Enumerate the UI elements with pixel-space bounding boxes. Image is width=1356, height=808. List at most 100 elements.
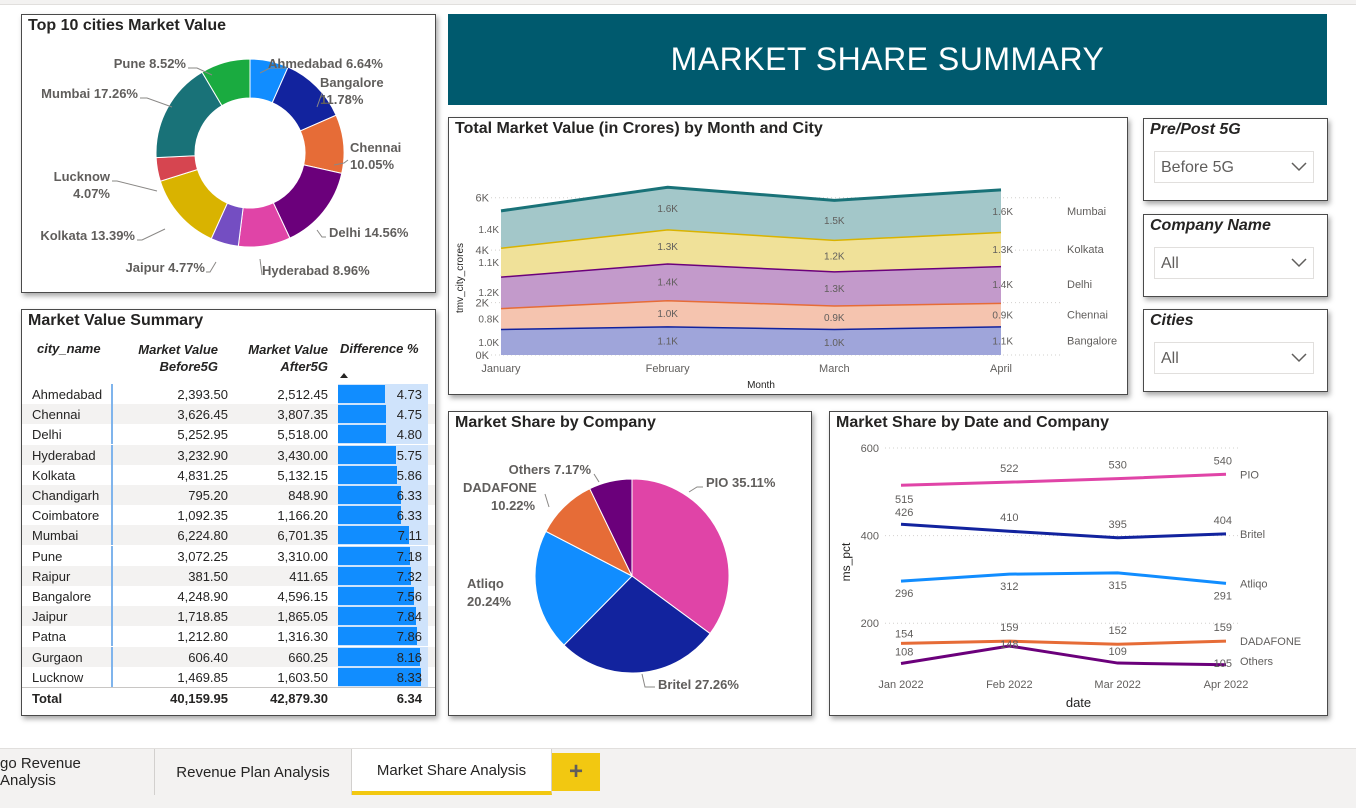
line-ytick: 400	[861, 531, 879, 543]
line-data-label: 291	[1214, 590, 1232, 602]
table-row[interactable]: Jaipur 1,718.85 1,865.05 7.84	[22, 606, 435, 627]
column-divider	[111, 384, 113, 404]
cell-diff: 7.11	[397, 528, 422, 544]
column-divider	[111, 646, 113, 667]
area-chart[interactable]: 0K 2K 4K 6K tmv_city_crores 1.0K 1.1K 1.0K 1.1K B…	[449, 118, 1127, 394]
cell-before: 3,232.90	[177, 447, 228, 463]
donut-leader-line	[206, 261, 217, 273]
table-row[interactable]: Patna 1,212.80 1,316.30 7.86	[22, 626, 435, 647]
cities-dropdown[interactable]: All	[1154, 342, 1314, 374]
area-band-bangalore[interactable]	[501, 326, 1001, 355]
slicer-company[interactable]: Company Name All	[1143, 214, 1328, 297]
donut-label-lucknow: Lucknow 4.07%	[54, 169, 111, 201]
area-legend-delhi: Delhi	[1067, 279, 1092, 291]
area-xtick: February	[646, 363, 691, 375]
donut-label-jaipur: Jaipur 4.77%	[126, 260, 206, 275]
table-row[interactable]: Hyderabad 3,232.90 3,430.00 5.75	[22, 444, 435, 465]
company-dropdown[interactable]: All	[1154, 247, 1314, 279]
cell-after: 4,596.15	[277, 589, 328, 604]
cell-diff: 7.18	[396, 548, 422, 564]
cell-after: 2,512.45	[277, 387, 328, 402]
line-legend-atliqo: Atliqo	[1240, 578, 1268, 590]
line-chart[interactable]: 200 400 600 ms_pct 515 522 530 540 PIO 426 410 395 4…	[830, 412, 1327, 715]
table-row[interactable]: Delhi 5,252.95 5,518.00 4.80	[22, 424, 435, 445]
table-row[interactable]: Kolkata 4,831.25 5,132.15 5.86	[22, 464, 435, 485]
donut-chart[interactable]: Ahmedabad 6.64% Bangalore 11.78% Chennai 10.…	[22, 15, 435, 292]
table-row[interactable]: Mumbai 6,224.80 6,701.35 7.11	[22, 525, 435, 546]
page-tab-bar: go Revenue Analysis Revenue Plan Analysi…	[0, 748, 1356, 808]
table-row[interactable]: Lucknow 1,469.85 1,603.50 8.33	[22, 666, 435, 687]
cell-before: 6,224.80	[177, 528, 228, 544]
add-page-button[interactable]: +	[552, 753, 600, 791]
cell-city: Delhi	[32, 427, 62, 443]
line-series-dadafone[interactable]	[900, 639, 1227, 646]
cell-city: Bangalore	[32, 589, 92, 604]
pie-label-others: Others 7.17%	[509, 462, 592, 477]
area-data-label: 1.1K	[478, 258, 499, 269]
donut-label-kolkata: Kolkata 13.39%	[40, 228, 135, 243]
donut-leader-line	[316, 229, 326, 238]
table-row[interactable]: Bangalore 4,248.90 4,596.15 7.56	[22, 586, 435, 606]
donut-label-pune: Pune 8.52%	[114, 56, 187, 71]
cities-value: All	[1161, 350, 1179, 367]
table-row[interactable]: Gurgaon 606.40 660.25 8.16	[22, 646, 435, 667]
cell-city: Ahmedabad	[32, 387, 103, 402]
table-row[interactable]: Pune 3,072.25 3,310.00 7.18	[22, 545, 435, 566]
cell-city: Patna	[32, 629, 66, 645]
line-series-others[interactable]	[900, 644, 1227, 667]
line-data-label: 395	[1108, 519, 1126, 531]
line-series-pio[interactable]	[900, 472, 1227, 487]
pie-leader-line	[593, 473, 600, 483]
line-data-label: 404	[1214, 515, 1232, 527]
area-data-label: 1.2K	[478, 288, 499, 299]
table-row[interactable]: Chandigarh 795.20 848.90 6.33	[22, 485, 435, 505]
column-divider	[111, 565, 113, 586]
chevron-down-icon	[1291, 353, 1307, 363]
col-diff-header[interactable]: Difference %	[340, 341, 419, 356]
column-divider	[111, 606, 113, 627]
cell-after: 1,865.05	[277, 609, 328, 625]
cell-after: 5,132.15	[277, 467, 328, 483]
tab-revenue-plan-analysis[interactable]: Revenue Plan Analysis	[155, 749, 352, 795]
cell-city: Coimbatore	[32, 508, 100, 524]
slicer-cities[interactable]: Cities All	[1143, 309, 1328, 392]
table-row[interactable]: Chennai 3,626.45 3,807.35 4.75	[22, 404, 435, 425]
summary-table-visual[interactable]: Market Value Summary city_name Market Va…	[21, 309, 436, 716]
line-xtick: Mar 2022	[1094, 679, 1140, 691]
donut-leader-line	[140, 97, 173, 108]
col-before-header[interactable]: Market Value Before5G	[122, 341, 218, 375]
cell-before: 795.20	[188, 488, 228, 503]
table-row[interactable]: Raipur 381.50 411.65 7.32	[22, 565, 435, 586]
donut-leader-line	[137, 228, 166, 241]
tab-revenue-analysis[interactable]: go Revenue Analysis	[0, 749, 155, 795]
area-legend-chennai: Chennai	[1067, 309, 1108, 321]
prepost5g-value: Before 5G	[1161, 159, 1234, 176]
col-city-header[interactable]: city_name	[37, 341, 101, 356]
cell-city: Chandigarh	[32, 488, 100, 503]
total-label: Total	[32, 691, 63, 706]
line-data-label: 159	[1000, 622, 1018, 634]
report-canvas: Top 10 cities Market Value Ahmedabad 6.6…	[0, 0, 1356, 748]
area-visual[interactable]: Total Market Value (in Crores) by Month …	[448, 117, 1128, 395]
line-visual[interactable]: Market Share by Date and Company 200 400 6…	[829, 411, 1328, 716]
cell-after: 1,166.20	[277, 508, 328, 524]
line-series-atliqo[interactable]	[900, 571, 1227, 585]
donut-visual[interactable]: Top 10 cities Market Value Ahmedabad 6.6…	[21, 14, 436, 293]
area-data-label: 1.6K	[657, 204, 678, 215]
slicer-prepost5g[interactable]: Pre/Post 5G Before 5G	[1143, 118, 1328, 201]
col-after-header[interactable]: Market Value After5G	[232, 341, 328, 375]
area-data-label: 1.6K	[992, 207, 1013, 218]
tab-market-share-analysis[interactable]: Market Share Analysis	[352, 749, 552, 795]
table-row[interactable]: Coimbatore 1,092.35 1,166.20 6.33	[22, 505, 435, 526]
line-data-label: 315	[1108, 580, 1126, 592]
cell-before: 606.40	[188, 649, 228, 665]
pie-visual[interactable]: Market Share by Company PIO 35.11% Britel…	[448, 411, 812, 716]
column-divider	[111, 525, 113, 546]
cell-city: Gurgaon	[32, 649, 83, 665]
line-xtick: Feb 2022	[986, 679, 1032, 691]
cell-diff: 4.73	[396, 387, 422, 402]
table-row[interactable]: Ahmedabad 2,393.50 2,512.45 4.73	[22, 384, 435, 404]
prepost5g-dropdown[interactable]: Before 5G	[1154, 151, 1314, 183]
top-strip	[0, 0, 1356, 5]
company-pie-chart[interactable]: PIO 35.11% Britel 27.26% Atliqo 20.24% DADAF…	[449, 412, 811, 715]
